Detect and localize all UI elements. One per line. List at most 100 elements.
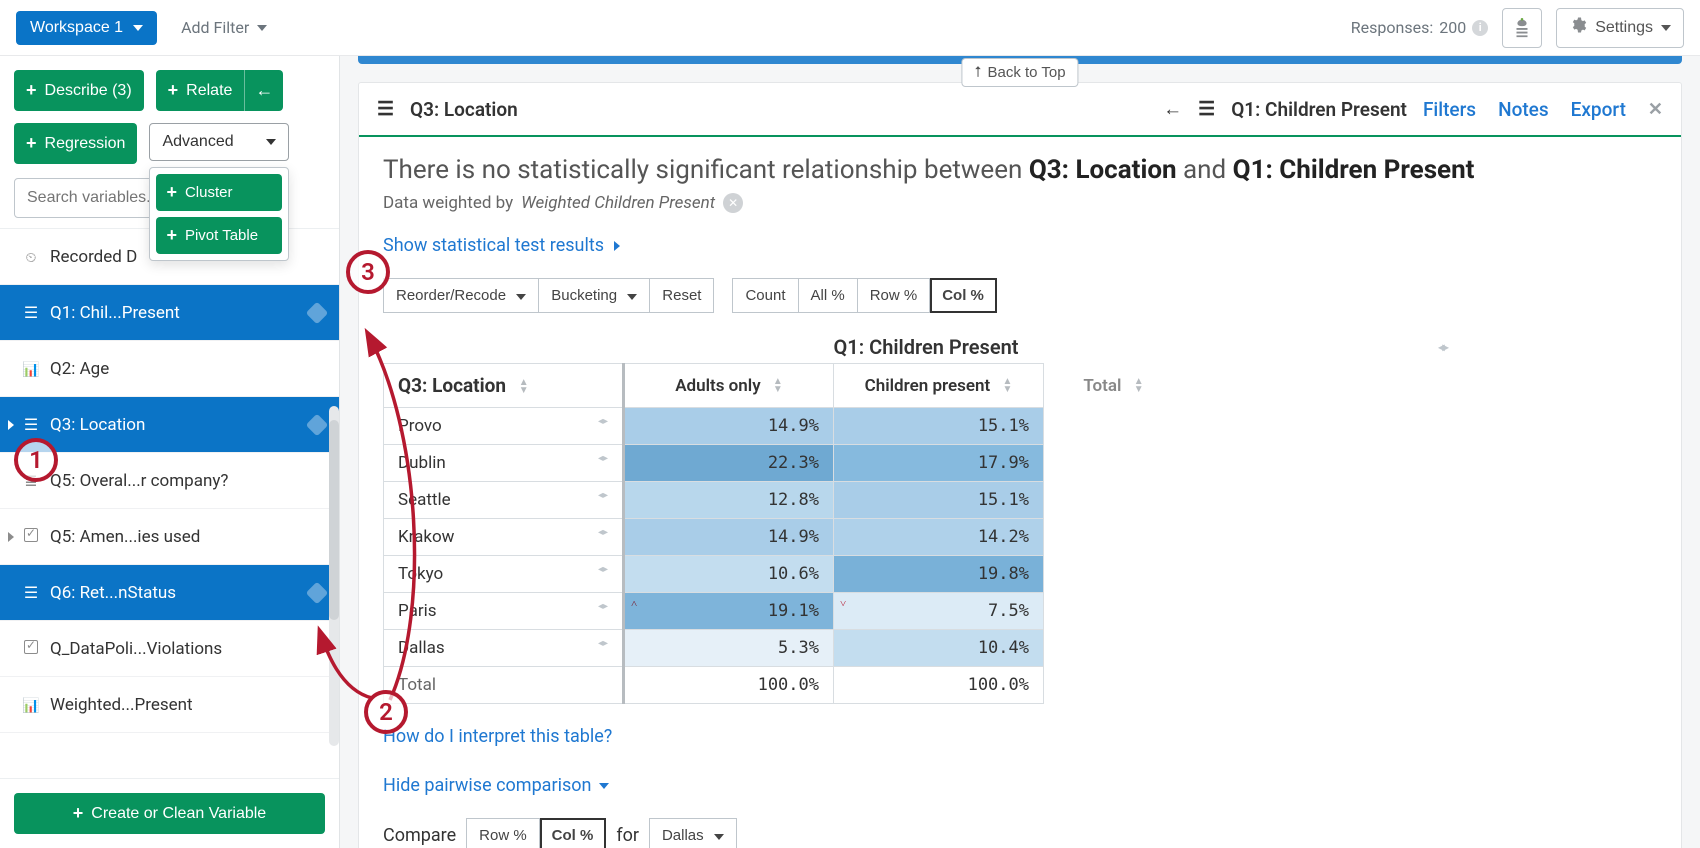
weighted-prefix: Data weighted by — [383, 193, 513, 213]
plus-icon — [166, 182, 177, 203]
drag-handle-icon[interactable]: ◂▸ — [1438, 340, 1446, 354]
describe-button[interactable]: Describe (3) — [14, 70, 144, 111]
reorder-recode-button[interactable]: Reorder/Recode — [383, 278, 539, 313]
show-statistical-test-link[interactable]: Show statistical test results — [383, 235, 622, 256]
variable-label: Weighted...Present — [50, 695, 193, 715]
column-variable-title: Q1: Children Present ◂▸ — [623, 335, 1657, 359]
analysis-card: ☰ Q3: Location ← ☰ Q1: Children Present … — [358, 82, 1682, 848]
table-row: Dallas ◂▸5.3%10.4% — [384, 630, 1184, 667]
top-bar: Workspace 1 Add Filter Responses: 200 i … — [0, 0, 1700, 56]
create-clean-variable-button[interactable]: Create or Clean Variable — [14, 793, 325, 834]
hide-pairwise-link[interactable]: Hide pairwise comparison — [383, 775, 609, 796]
mode-count[interactable]: Count — [732, 278, 798, 313]
variable-q2-age[interactable]: Q2: Age — [0, 341, 339, 397]
clock-icon — [20, 247, 42, 266]
drag-handle-icon[interactable]: ◂▸ — [598, 564, 608, 575]
interpret-link[interactable]: How do I interpret this table? — [383, 726, 1657, 747]
variable-q5-amenities[interactable]: Q5: Amen...ies used — [0, 509, 339, 565]
weighted-by: Data weighted by Weighted Children Prese… — [383, 193, 1657, 213]
annotation-arrow — [320, 310, 440, 730]
mode-row-percent[interactable]: Row % — [858, 278, 931, 313]
add-filter-button[interactable]: Add Filter — [181, 18, 267, 37]
cluster-label: Cluster — [185, 184, 233, 201]
advanced-dropdown[interactable]: Advanced — [149, 123, 289, 161]
column-variable-label: Q1: Children Present — [833, 335, 1018, 359]
chevron-down-icon — [599, 783, 609, 789]
headline: There is no statistically significant re… — [383, 155, 1657, 185]
cluster-button[interactable]: Cluster — [156, 174, 282, 211]
learn-button[interactable] — [1502, 8, 1542, 48]
variable-data-policy[interactable]: Q_DataPoli...Violations — [0, 621, 339, 677]
info-icon[interactable]: i — [1472, 20, 1488, 36]
advanced-menu: Cluster Pivot Table — [149, 167, 289, 261]
variable-label: Q6: Ret...nStatus — [50, 583, 176, 603]
table-row: Seattle ◂▸12.8%15.1% — [384, 482, 1184, 519]
plus-icon — [26, 133, 37, 154]
sort-icon[interactable]: ▲▼ — [1134, 378, 1144, 394]
chevron-down-icon — [516, 294, 526, 300]
headline-text: and — [1183, 155, 1233, 185]
data-cell: 14.2% — [834, 519, 1044, 556]
workspace-dropdown[interactable]: Workspace 1 — [16, 11, 157, 45]
chevron-down-icon — [266, 139, 276, 145]
list-icon — [20, 583, 42, 602]
sort-icon[interactable]: ▲▼ — [519, 379, 529, 395]
arrow-left-icon[interactable]: ← — [1163, 97, 1182, 121]
main-panel: ⭡ Back to Top ☰ Q3: Location ← ☰ Q1: Chi… — [340, 56, 1700, 848]
plus-icon — [73, 803, 84, 824]
pivot-table-button[interactable]: Pivot Table — [156, 217, 282, 254]
column-header[interactable]: Adults only — [675, 376, 760, 396]
relate-button[interactable]: Relate — [156, 70, 245, 111]
notes-link[interactable]: Notes — [1498, 98, 1549, 121]
card-header-right: Q1: Children Present — [1231, 98, 1407, 121]
describe-label: Describe (3) — [45, 82, 132, 100]
table-row: Paris ◂▸19.1%˄7.5%˅ — [384, 593, 1184, 630]
responses-label: Responses: — [1351, 18, 1433, 37]
regression-button[interactable]: Regression — [14, 123, 137, 164]
variable-label: Q3: Location — [50, 415, 145, 435]
card-header: ☰ Q3: Location ← ☰ Q1: Children Present … — [359, 83, 1681, 137]
mode-all-percent[interactable]: All % — [799, 278, 858, 313]
variable-q1-children-present[interactable]: Q1: Chil...Present — [0, 285, 339, 341]
chevron-right-icon — [8, 532, 14, 542]
variable-q6-return-status[interactable]: Q6: Ret...nStatus — [0, 565, 339, 621]
data-cell: 19.1%˄ — [624, 593, 834, 630]
checkbox-icon — [20, 639, 42, 658]
remove-weight-icon[interactable]: ✕ — [723, 193, 743, 213]
chevron-down-icon — [257, 25, 267, 31]
data-cell: 19.8% — [834, 556, 1044, 593]
drag-handle-icon[interactable]: ◂▸ — [598, 601, 608, 612]
compare-for: for — [616, 825, 639, 846]
drag-handle-icon[interactable]: ◂▸ — [598, 527, 608, 538]
list-icon: ☰ — [377, 98, 394, 120]
bucketing-button[interactable]: Bucketing — [539, 278, 650, 313]
reset-button[interactable]: Reset — [650, 278, 714, 313]
data-cell: 10.6% — [624, 556, 834, 593]
variable-weighted-present[interactable]: Weighted...Present — [0, 677, 339, 733]
drag-handle-icon[interactable]: ◂▸ — [598, 490, 608, 501]
column-header[interactable]: Children present — [865, 376, 991, 396]
settings-button[interactable]: Settings — [1556, 8, 1684, 48]
drag-handle-icon[interactable]: ◂▸ — [598, 416, 608, 427]
drag-handle-icon[interactable]: ◂▸ — [598, 638, 608, 649]
drag-handle-icon[interactable]: ◂▸ — [598, 453, 608, 464]
back-to-top-button[interactable]: ⭡ Back to Top — [961, 58, 1078, 87]
chevron-down-icon — [1661, 25, 1671, 31]
compare-city-dropdown[interactable]: Dallas — [649, 818, 737, 848]
mode-col-percent[interactable]: Col % — [930, 278, 997, 313]
show-test-label: Show statistical test results — [383, 235, 604, 256]
total-cell: 100.0% — [834, 667, 1044, 704]
plus-icon — [168, 80, 179, 101]
compare-col-percent[interactable]: Col % — [540, 818, 607, 848]
sort-icon[interactable]: ▲▼ — [1002, 378, 1012, 394]
table-row: Tokyo ◂▸10.6%19.8% — [384, 556, 1184, 593]
sort-icon[interactable]: ▲▼ — [773, 378, 783, 394]
filters-link[interactable]: Filters — [1423, 98, 1476, 121]
sig-down-icon: ˅ — [840, 597, 846, 610]
export-link[interactable]: Export — [1571, 98, 1626, 121]
compare-row-percent[interactable]: Row % — [466, 818, 540, 848]
relate-back-button[interactable]: ← — [244, 70, 283, 111]
chevron-right-icon — [8, 420, 14, 430]
variable-label: Q1: Chil...Present — [50, 303, 180, 323]
close-icon[interactable]: ✕ — [1648, 99, 1663, 120]
